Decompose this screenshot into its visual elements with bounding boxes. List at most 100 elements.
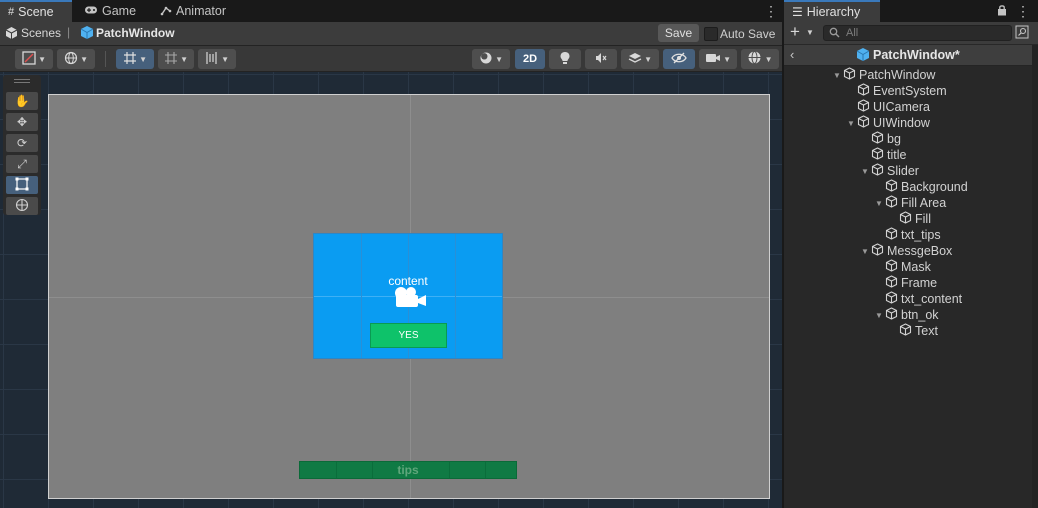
tools-overlay: ✋ ✥ ⟳ ⤢ (3, 75, 41, 215)
chevron-down-icon: ▼ (177, 54, 189, 64)
expand-arrow-icon[interactable]: ▼ (873, 199, 885, 208)
hierarchy-search-input[interactable]: All (823, 25, 1012, 41)
breadcrumb-scenes[interactable]: Scenes (21, 26, 61, 40)
gameobject-icon (871, 163, 884, 179)
add-button[interactable]: + (790, 23, 800, 41)
chevron-down-icon: ▼ (35, 54, 47, 64)
transform-tool-button[interactable] (6, 197, 38, 215)
audio-toggle[interactable] (585, 49, 617, 69)
grid-line (372, 462, 373, 478)
global-toggle-dropdown[interactable]: ▼ (57, 49, 95, 69)
grid-line (449, 462, 450, 478)
message-box[interactable]: content YES (313, 233, 503, 359)
2d-toggle-button[interactable]: 2D (515, 49, 545, 69)
tab-hierarchy[interactable]: ☰ Hierarchy (784, 0, 880, 22)
expand-arrow-icon[interactable]: ▼ (859, 167, 871, 176)
hierarchy-item[interactable]: Text (887, 323, 938, 339)
hierarchy-item[interactable]: Mask (873, 259, 931, 275)
scale-tool-button[interactable]: ⤢ (6, 155, 38, 173)
tips-slider[interactable]: tips (299, 461, 517, 479)
hierarchy-item[interactable]: UICamera (845, 99, 930, 115)
draw-mode-dropdown[interactable]: ▼ (15, 49, 53, 69)
save-button[interactable]: Save (658, 24, 699, 42)
hierarchy-item[interactable]: Frame (873, 275, 937, 291)
scene-search-icon[interactable] (1015, 25, 1029, 42)
gizmos-dropdown[interactable]: ▼ (741, 49, 779, 69)
hierarchy-item-label: Background (901, 180, 968, 194)
tab-game[interactable]: Game (76, 0, 144, 22)
scene-visibility-toggle[interactable] (663, 49, 695, 69)
gameobject-icon (857, 99, 870, 115)
hand-tool-button[interactable]: ✋ (6, 92, 38, 110)
gameobject-icon (857, 83, 870, 99)
hierarchy-item[interactable]: EventSystem (845, 83, 947, 99)
video-camera-icon (705, 52, 721, 67)
prefab-icon (856, 47, 870, 65)
grid-line (336, 462, 337, 478)
breadcrumb-current[interactable]: PatchWindow (96, 26, 175, 40)
hierarchy-item[interactable]: ▼ Slider (859, 163, 919, 179)
search-icon (829, 27, 840, 41)
align-dropdown[interactable]: ▼ (198, 49, 236, 69)
hierarchy-item[interactable]: Fill (887, 211, 931, 227)
expand-arrow-icon[interactable]: ▼ (873, 311, 885, 320)
yes-button[interactable]: YES (370, 323, 447, 348)
expand-arrow-icon[interactable]: ▼ (859, 247, 871, 256)
hierarchy-item-label: txt_tips (901, 228, 941, 242)
transform-icon (15, 198, 29, 215)
back-chevron-icon[interactable]: ‹ (790, 47, 794, 62)
effects-dropdown[interactable]: ▼ (621, 49, 659, 69)
hierarchy-item[interactable]: bg (859, 131, 901, 147)
grid-line (485, 462, 486, 478)
move-tool-button[interactable]: ✥ (6, 113, 38, 131)
rotate-icon: ⟳ (16, 136, 28, 150)
hierarchy-item[interactable]: ▼ MessgeBox (859, 243, 952, 259)
toolbar-divider (105, 51, 106, 67)
hierarchy-item-label: UIWindow (873, 116, 930, 130)
hierarchy-item[interactable]: title (859, 147, 906, 163)
hierarchy-item[interactable]: ▼ PatchWindow (831, 67, 935, 83)
expand-arrow-icon[interactable]: ▼ (845, 119, 857, 128)
search-placeholder: All (846, 27, 859, 39)
hierarchy-scrollbar[interactable] (1032, 45, 1038, 508)
more-options-icon[interactable]: ⋮ (764, 4, 778, 18)
lighting-toggle[interactable] (549, 49, 581, 69)
lock-icon[interactable] (997, 4, 1007, 19)
auto-save-checkbox[interactable] (704, 27, 718, 41)
move-icon: ✥ (16, 115, 28, 129)
gameobject-icon (843, 67, 856, 83)
hierarchy-item-label: bg (887, 132, 901, 146)
chevron-down-icon[interactable]: ▼ (806, 28, 814, 37)
gameobject-icon (871, 243, 884, 259)
camera-dropdown[interactable]: ▼ (699, 49, 737, 69)
hierarchy-item[interactable]: ▼ Fill Area (873, 195, 946, 211)
animator-icon (160, 4, 172, 19)
hierarchy-item[interactable]: ▼ btn_ok (873, 307, 939, 323)
drag-handle-icon[interactable] (14, 79, 30, 80)
more-options-icon[interactable]: ⋮ (1016, 4, 1030, 18)
grid-snap-dropdown[interactable]: ▼ (116, 49, 154, 69)
hierarchy-item[interactable]: txt_content (873, 291, 962, 307)
hierarchy-item[interactable]: txt_tips (873, 227, 941, 243)
tips-text: tips (397, 463, 419, 477)
rect-tool-button[interactable] (6, 176, 38, 194)
hierarchy-item[interactable]: ▼ UIWindow (845, 115, 930, 131)
gameobject-icon (885, 179, 898, 195)
gameobject-icon (885, 227, 898, 243)
prefab-icon (80, 25, 94, 43)
prefab-header[interactable]: ‹ PatchWindow* (784, 45, 1032, 66)
gameobject-icon (857, 115, 870, 131)
hierarchy-item-label: UICamera (873, 100, 930, 114)
hierarchy-item[interactable]: Background (873, 179, 968, 195)
increment-snap-dropdown[interactable]: ▼ (158, 49, 194, 69)
tab-animator[interactable]: Animator (152, 0, 234, 22)
scale-icon: ⤢ (17, 156, 27, 171)
rotate-tool-button[interactable]: ⟳ (6, 134, 38, 152)
unity-scenes-icon (5, 26, 18, 43)
chevron-down-icon: ▼ (492, 54, 504, 64)
grid-line (455, 234, 456, 358)
expand-arrow-icon[interactable]: ▼ (831, 71, 843, 80)
hierarchy-item-label: MessgeBox (887, 244, 953, 258)
render-mode-dropdown[interactable]: ▼ (472, 49, 510, 69)
tab-scene[interactable]: # Scene (0, 0, 72, 22)
